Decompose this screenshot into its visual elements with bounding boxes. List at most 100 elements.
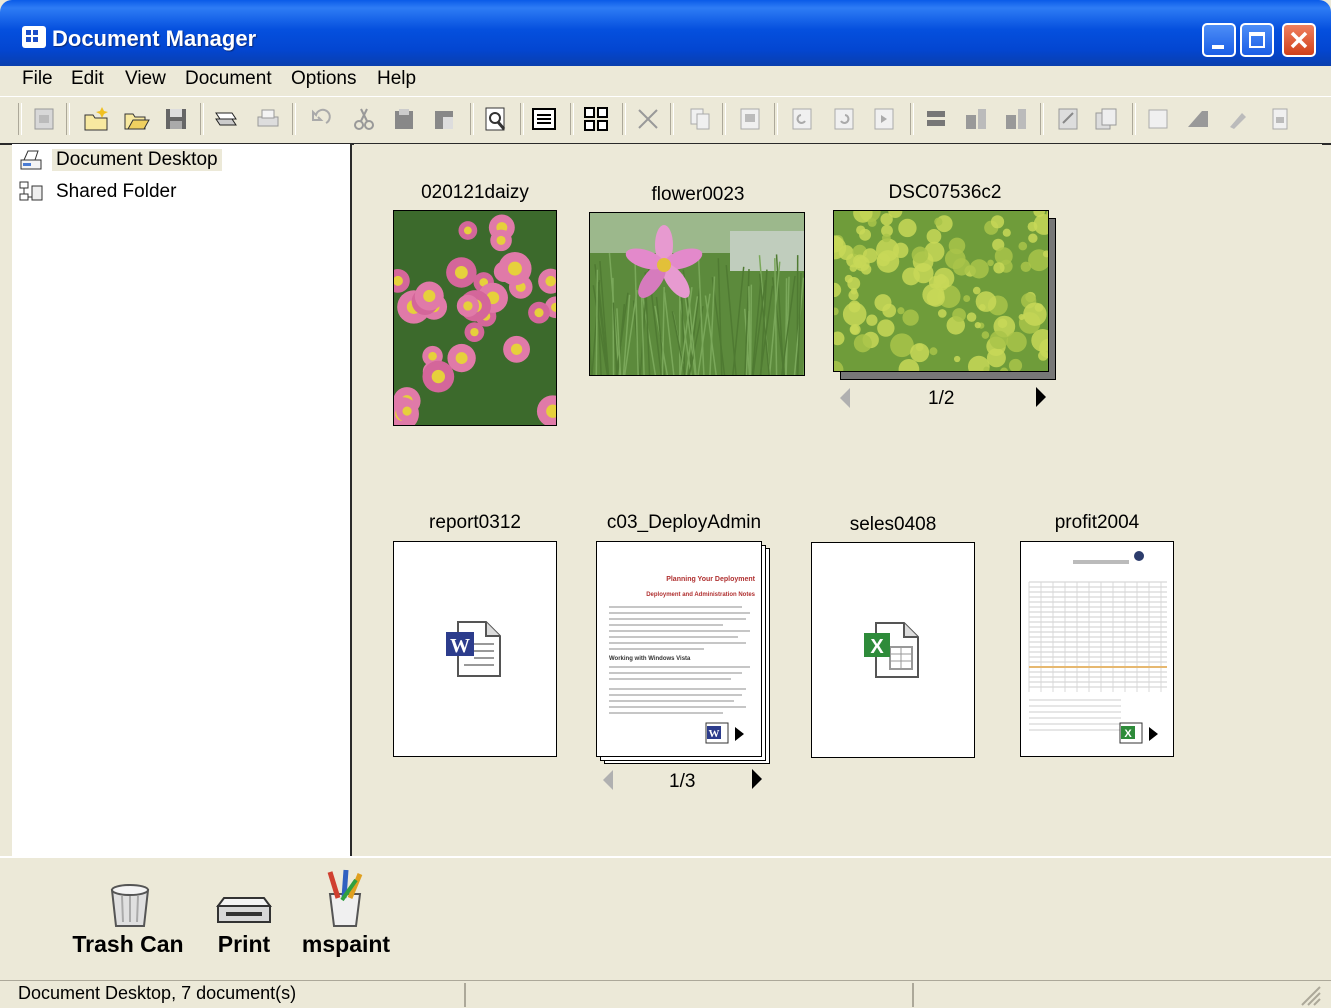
split-icon[interactable] [1002,105,1030,133]
document-thumbnail-flower0023[interactable] [589,212,805,376]
annotation-icon[interactable] [1144,105,1172,133]
excel-document-icon: X [862,621,924,679]
menu-help[interactable]: Help [377,68,416,90]
document-thumbnail-020121daizy[interactable] [393,210,557,426]
text-line [609,618,746,620]
svg-text:W: W [450,635,470,657]
unstack-icon[interactable] [962,105,990,133]
menu-options[interactable]: Options [291,68,356,90]
text-line [609,624,723,626]
text-line [609,630,750,632]
next-page-arrow[interactable] [752,769,762,789]
document-icon[interactable] [30,105,58,133]
delete-icon[interactable] [634,105,662,133]
mspaint-brushes-icon[interactable] [320,868,370,930]
page-title: Planning Your Deployment [666,576,755,583]
paste-icon[interactable] [430,105,458,133]
new-folder-icon[interactable] [82,105,110,133]
text-line [609,672,742,674]
page-subtitle: Deployment and Administration Notes [646,592,755,598]
svg-text:X: X [1124,728,1132,740]
toolbar-separator [66,103,70,135]
toolbar-separator [910,103,914,135]
toolbar-grip [18,103,22,135]
cut-icon[interactable] [350,105,378,133]
status-pane [912,983,914,1007]
minimize-button[interactable] [1202,23,1236,57]
save-icon[interactable] [162,105,190,133]
pink-flowers-photo [394,211,557,426]
text-line [609,636,738,638]
copy-page-icon[interactable] [1092,105,1120,133]
scan-icon[interactable] [212,105,240,133]
text-line [609,642,746,644]
page-indicator: 1/2 [928,388,954,410]
close-button[interactable] [1282,23,1316,57]
open-folder-icon[interactable] [122,105,150,133]
copy-icon[interactable] [390,105,418,133]
properties-icon[interactable] [736,105,764,133]
document-label: 020121daizy [375,182,575,204]
document-label: flower0023 [598,184,798,206]
stack-icon[interactable] [922,105,950,133]
text-line [609,694,742,696]
find-icon[interactable] [482,105,510,133]
document-thumbnail-dsc07536c2[interactable] [833,210,1049,372]
undo-icon[interactable] [306,105,334,133]
folder-tree[interactable]: Document Desktop Shared Folder [12,144,352,856]
text-line [609,648,704,650]
shared-folder-icon [18,180,44,204]
status-pane [464,983,466,1007]
document-label: DSC07536c2 [845,182,1045,204]
toolbar-separator [1040,103,1044,135]
page-forward-icon[interactable] [870,105,898,133]
document-thumbnail-profit2004[interactable]: X [1020,541,1174,757]
duplicate-icon[interactable] [686,105,714,133]
page-indicator: 1/3 [669,771,695,793]
document-desktop-icon [18,148,44,172]
eraser-icon[interactable] [1184,105,1212,133]
svg-text:W: W [709,728,720,740]
thumbnail-view-icon[interactable] [582,105,610,133]
print-icon[interactable] [254,105,282,133]
app-icon[interactable] [22,26,46,48]
trash-can-icon[interactable] [106,878,154,928]
page-icon[interactable] [1266,105,1294,133]
tray-label-mspaint[interactable]: mspaint [290,931,402,958]
document-label: seles0408 [793,514,993,536]
stamp-icon[interactable] [1224,105,1252,133]
document-thumbnail-c03-deployadmin[interactable]: Planning Your Deployment Deployment and … [596,541,762,757]
next-page-arrow[interactable] [1036,387,1046,407]
tray-label-print[interactable]: Print [204,931,284,958]
menu-document[interactable]: Document [185,68,272,90]
document-thumbnail-seles0408[interactable]: X [811,542,975,758]
cosmos-flower-photo [590,213,805,376]
tree-item-label: Shared Folder [52,181,180,203]
toolbar-separator [774,103,778,135]
resize-grip-icon[interactable] [1296,983,1322,1007]
menu-edit[interactable]: Edit [71,68,104,90]
toolbar-separator [622,103,626,135]
toolbar-separator [520,103,524,135]
tree-item-document-desktop[interactable]: Document Desktop [18,145,222,175]
rotate-left-icon[interactable] [788,105,816,133]
tree-item-shared-folder[interactable]: Shared Folder [18,177,180,207]
document-thumbnail-report0312[interactable]: W [393,541,557,757]
yellow-field-photo [834,211,1049,372]
previous-page-arrow[interactable] [603,770,613,790]
convert-icon[interactable] [1054,105,1082,133]
word-document-icon: W [444,620,506,678]
maximize-button[interactable] [1240,23,1274,57]
list-view-icon[interactable] [530,105,558,133]
tray-label-trash-can[interactable]: Trash Can [58,931,198,958]
text-line [609,706,746,708]
menu-file[interactable]: File [22,68,53,90]
excel-badge-icon: X [1119,722,1165,746]
document-label: c03_DeployAdmin [584,512,784,534]
toolbar-separator [1132,103,1136,135]
previous-page-arrow[interactable] [840,388,850,408]
printer-icon[interactable] [214,892,274,928]
rotate-right-icon[interactable] [830,105,858,133]
menu-view[interactable]: View [125,68,166,90]
status-text: Document Desktop, 7 document(s) [18,983,296,1004]
